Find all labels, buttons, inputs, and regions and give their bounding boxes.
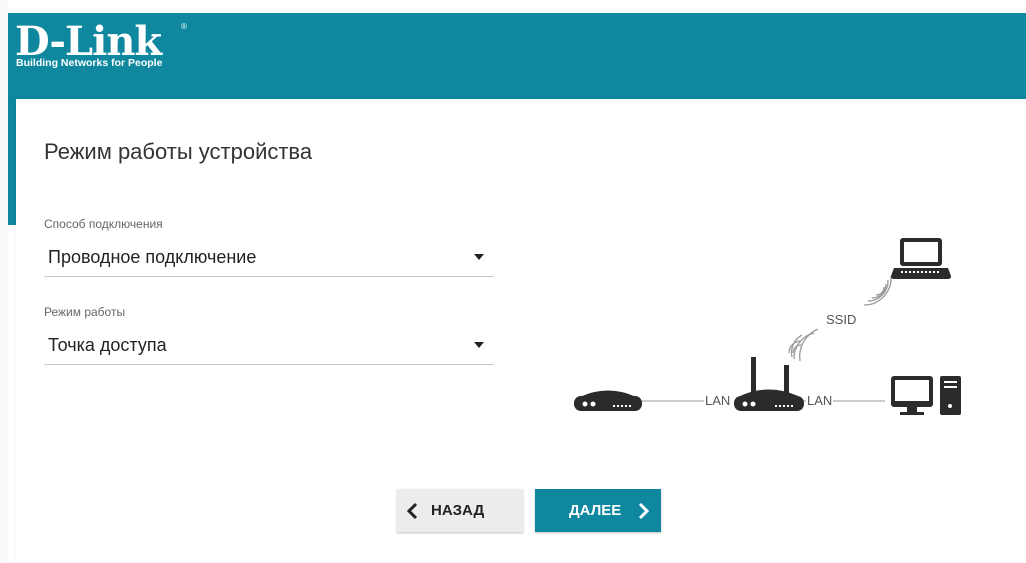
logo-tagline: Building Networks for People xyxy=(16,57,163,69)
dlink-logo: D-Link ® Building Networks for People xyxy=(15,22,195,82)
back-button-label: НАЗАД xyxy=(431,502,485,519)
next-button-label: ДАЛЕЕ xyxy=(569,502,622,519)
lan-label-left: LAN xyxy=(704,393,732,408)
wifi-waves-laptop-icon xyxy=(863,275,892,306)
ssid-label: SSID xyxy=(826,312,857,327)
router-icon xyxy=(734,357,804,411)
connection-method-label: Способ подключения xyxy=(44,217,163,231)
page-left-edge xyxy=(0,0,8,563)
logo-wordmark: D-Link xyxy=(15,18,162,65)
laptop-icon xyxy=(891,238,951,279)
lan-label-right: LAN xyxy=(806,393,834,408)
chevron-left-icon xyxy=(406,502,418,519)
connection-method-select[interactable]: Проводное подключение xyxy=(44,236,494,277)
chevron-down-icon xyxy=(474,254,484,260)
logo-registered-mark: ® xyxy=(181,22,187,31)
modem-icon xyxy=(574,390,642,411)
desktop-computer-icon xyxy=(891,376,961,415)
chevron-down-icon xyxy=(474,342,484,348)
work-mode-select[interactable]: Точка доступа xyxy=(44,324,494,365)
network-diagram: SSID LAN LAN xyxy=(570,225,990,435)
page-title: Режим работы устройства xyxy=(44,139,313,164)
wifi-waves-router-icon xyxy=(788,328,819,362)
work-mode-label: Режим работы xyxy=(44,305,126,319)
chevron-right-icon xyxy=(639,502,650,519)
next-button[interactable]: ДАЛЕЕ xyxy=(535,489,661,532)
back-button[interactable]: НАЗАД xyxy=(397,489,523,532)
network-diagram-graphic xyxy=(574,238,961,415)
connection-method-value: Проводное подключение xyxy=(48,247,257,267)
work-mode-value: Точка доступа xyxy=(48,335,167,355)
